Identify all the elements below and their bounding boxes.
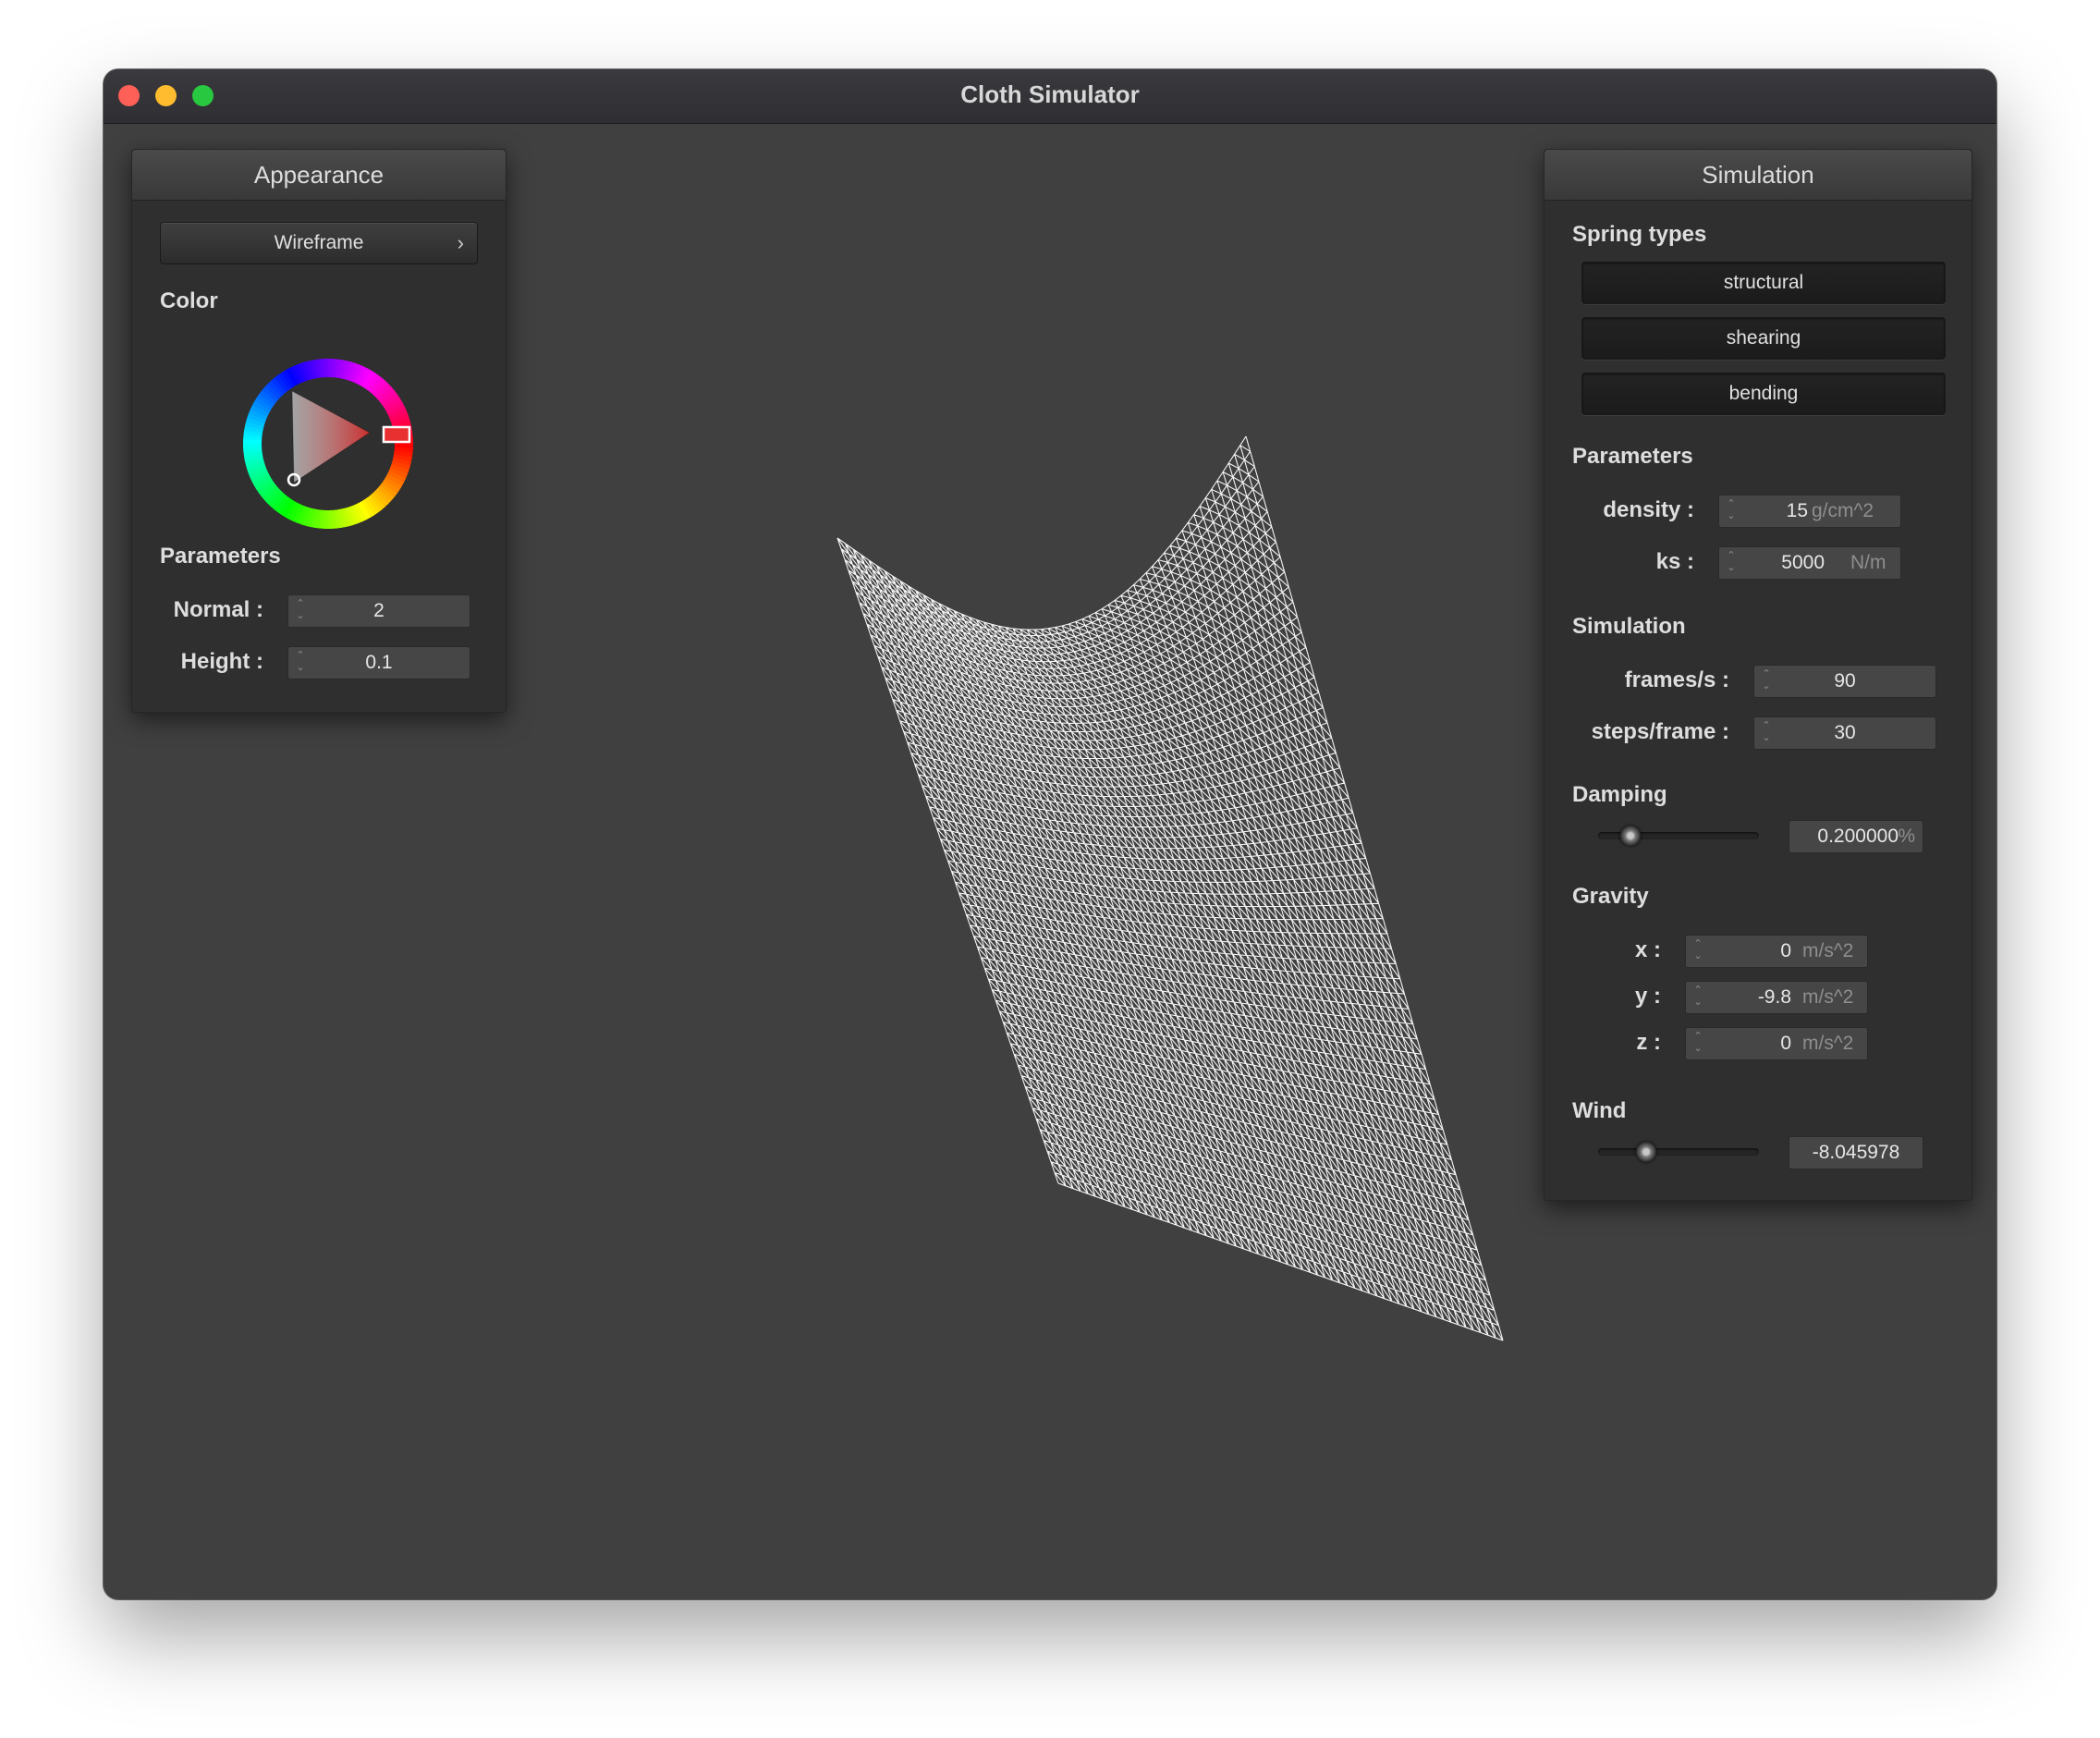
frames-per-second-value: 90 [1834,670,1856,692]
damping-value: 0.200000 [1817,826,1899,847]
gravity-y-value: -9.8 [1757,986,1791,1008]
stepper-icon[interactable]: ⌃ ⌄ [1725,498,1738,524]
damping-slider-handle[interactable] [1619,826,1641,846]
gravity-y-unit: m/s^2 [1802,986,1854,1008]
stepper-icon[interactable]: ⌃ ⌄ [1725,550,1738,576]
stepper-icon[interactable]: ⌃ ⌄ [1691,985,1704,1010]
structural-spring-toggle[interactable]: structural [1581,262,1946,304]
steps-per-frame-input[interactable]: ⌃ ⌄ 30 [1753,716,1936,750]
app-window: Cloth Simulator Appearance Wireframe › C… [104,69,1996,1599]
gravity-x-value: 0 [1780,940,1791,961]
density-label: density : [1603,497,1694,522]
damping-value-field[interactable]: 0.200000 % [1789,820,1923,853]
height-input[interactable]: ⌃ ⌄ 0.1 [287,646,470,679]
stepper-icon[interactable]: ⌃ ⌄ [1691,938,1704,964]
wind-label: Wind [1572,1098,1627,1123]
bending-spring-toggle[interactable]: bending [1581,373,1946,415]
simulation-settings-label: Simulation [1572,614,1686,639]
gravity-x-label: x : [1634,937,1661,962]
gravity-y-input[interactable]: ⌃ ⌄ -9.8 m/s^2 [1685,981,1868,1014]
gravity-z-value: 0 [1780,1033,1791,1054]
normal-label: Normal : [173,597,263,622]
wind-value-field[interactable]: -8.045978 [1789,1136,1923,1169]
color-section-label: Color [160,288,218,313]
gravity-y-label: y : [1634,984,1661,1009]
gravity-z-input[interactable]: ⌃ ⌄ 0 m/s^2 [1685,1027,1868,1060]
height-label: Height : [180,649,263,674]
spring-types-label: Spring types [1572,222,1707,247]
cloth-mesh-lines [836,435,1504,1341]
gravity-z-label: z : [1636,1030,1661,1055]
simulation-parameters-label: Parameters [1572,444,1693,469]
density-value: 15 [1786,500,1808,521]
appearance-parameters-label: Parameters [160,544,281,569]
steps-per-frame-value: 30 [1834,722,1856,743]
wind-slider-handle[interactable] [1636,1142,1657,1162]
ks-label: ks : [1655,549,1694,574]
frames-per-second-label: frames/s : [1624,667,1729,692]
normal-value: 2 [373,600,385,621]
hue-selector-handle[interactable] [382,425,411,444]
height-value: 0.1 [365,652,393,673]
window-title: Cloth Simulator [960,80,1140,108]
ks-value: 5000 [1781,552,1825,573]
density-unit: g/cm^2 [1812,500,1874,521]
color-wheel[interactable] [236,351,421,536]
simulation-panel-header[interactable]: Simulation [1544,150,1972,201]
normal-input[interactable]: ⌃ ⌄ 2 [287,594,470,628]
gravity-x-input[interactable]: ⌃ ⌄ 0 m/s^2 [1685,935,1868,968]
shader-select-button[interactable]: Wireframe › [160,222,478,264]
frames-per-second-input[interactable]: ⌃ ⌄ 90 [1753,665,1936,698]
gravity-label: Gravity [1572,884,1649,909]
appearance-panel: Appearance Wireframe › Color Parameters … [131,149,507,713]
wind-slider-track[interactable] [1598,1148,1759,1156]
appearance-panel-header[interactable]: Appearance [132,150,506,201]
simulation-panel: Simulation Spring types structural shear… [1544,149,1972,1201]
chevron-right-icon: › [457,231,464,254]
steps-per-frame-label: steps/frame : [1591,719,1729,744]
shader-select-label: Wireframe [274,232,364,253]
damping-unit: % [1898,826,1915,847]
gravity-z-unit: m/s^2 [1802,1033,1854,1054]
damping-label: Damping [1572,782,1667,807]
ks-input[interactable]: ⌃ ⌄ 5000 N/m [1718,546,1901,580]
density-input[interactable]: ⌃ ⌄ 15 g/cm^2 [1718,495,1901,528]
wind-value: -8.045978 [1812,1142,1900,1163]
title-bar: Cloth Simulator [104,69,1996,124]
shearing-spring-toggle[interactable]: shearing [1581,317,1946,360]
gravity-x-unit: m/s^2 [1802,940,1854,961]
stepper-icon[interactable]: ⌃ ⌄ [1691,1031,1704,1057]
ks-unit: N/m [1850,552,1886,573]
